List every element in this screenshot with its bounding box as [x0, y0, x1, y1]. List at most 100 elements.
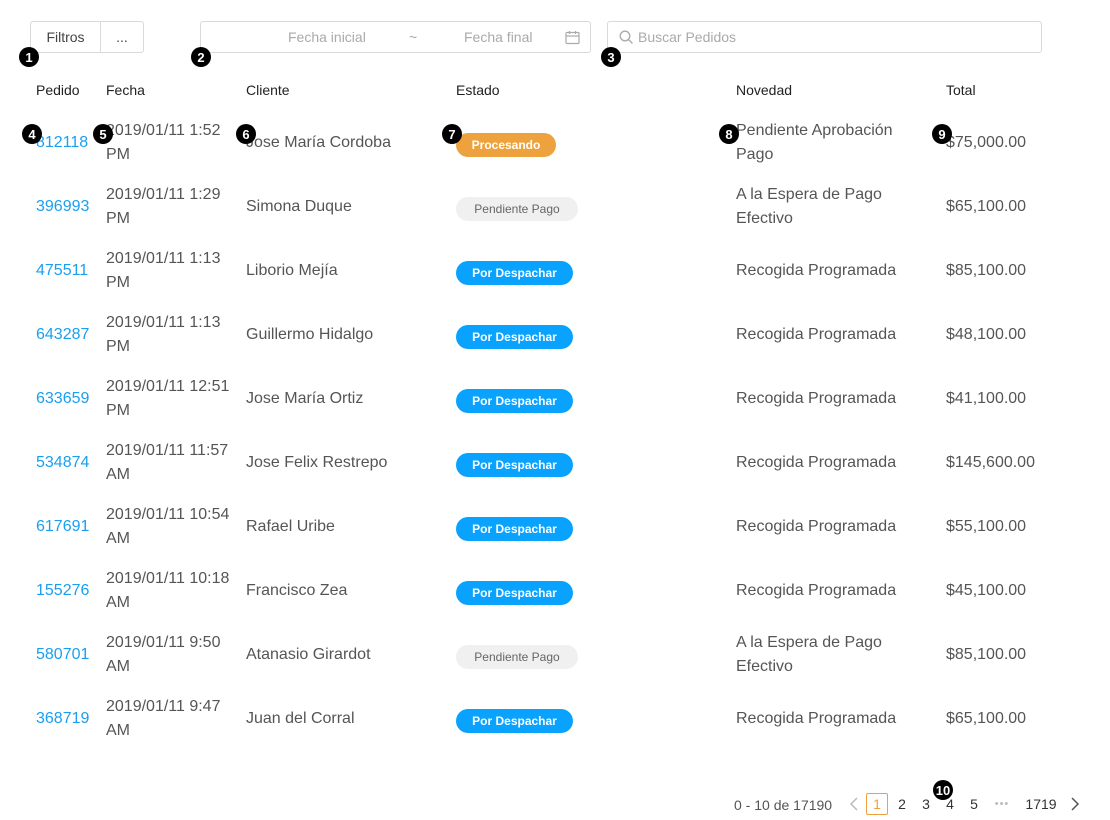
order-novedad: Recogida Programada: [736, 454, 897, 471]
order-id-link[interactable]: 534874: [36, 451, 89, 475]
order-date: 2019/01/11 1:13 PM: [106, 314, 221, 355]
status-badge: Procesando: [456, 133, 556, 157]
order-total: $48,100.00: [946, 326, 1027, 343]
page-last[interactable]: 1719: [1022, 793, 1060, 815]
header-pedido[interactable]: Pedido: [36, 82, 80, 98]
chevron-right-icon[interactable]: [1069, 797, 1081, 811]
order-id-link[interactable]: 580701: [36, 643, 89, 667]
marker-3: 3: [601, 47, 621, 67]
order-novedad: A la Espera de Pago Efectivo: [736, 634, 882, 675]
client-name: Juan del Corral: [246, 710, 355, 727]
order-id-link[interactable]: 155276: [36, 579, 89, 603]
order-novedad: Recogida Programada: [736, 326, 897, 343]
client-name: Jose María Cordoba: [246, 134, 391, 151]
marker-7: 7: [442, 124, 462, 144]
order-novedad: Recogida Programada: [736, 262, 897, 279]
marker-8: 8: [719, 124, 739, 144]
order-date: 2019/01/11 10:54 AM: [106, 506, 230, 547]
marker-5: 5: [93, 124, 113, 144]
order-date: 2019/01/11 9:47 AM: [106, 698, 221, 739]
client-name: Jose Felix Restrepo: [246, 454, 388, 471]
status-badge: Por Despachar: [456, 261, 573, 285]
table-row[interactable]: 368719 2019/01/11 9:47 AM Juan del Corral P…: [0, 695, 1110, 759]
order-date: 2019/01/11 1:13 PM: [106, 250, 221, 291]
filter-button-group: Filtros ...: [30, 21, 144, 53]
table-row[interactable]: 396993 2019/01/11 1:29 PM Simona Duque Pend…: [0, 183, 1110, 247]
marker-4: 4: [22, 124, 42, 144]
order-date: 2019/01/11 11:57 AM: [106, 442, 229, 483]
table-row[interactable]: 534874 2019/01/11 11:57 AM Jose Felix Rest…: [0, 439, 1110, 503]
search-icon: [619, 30, 633, 44]
order-date: 2019/01/11 1:29 PM: [106, 186, 221, 227]
order-date: 2019/01/11 9:50 AM: [106, 634, 221, 675]
client-name: Simona Duque: [246, 198, 352, 215]
page-1[interactable]: 1: [866, 793, 888, 815]
table-row[interactable]: 580701 2019/01/11 9:50 AM Atanasio Girardo…: [0, 631, 1110, 695]
pagination-range: 0 - 10 de 17190: [734, 797, 833, 813]
marker-2: 2: [191, 47, 211, 67]
client-name: Guillermo Hidalgo: [246, 326, 374, 343]
status-badge: Pendiente Pago: [456, 645, 578, 669]
client-name: Jose María Ortiz: [246, 390, 364, 407]
client-name: Rafael Uribe: [246, 518, 335, 535]
order-id-link[interactable]: 617691: [36, 515, 89, 539]
order-total: $41,100.00: [946, 390, 1027, 407]
order-id-link[interactable]: 396993: [36, 195, 89, 219]
order-id-link[interactable]: 643287: [36, 323, 89, 347]
table-row[interactable]: 475511 2019/01/11 1:13 PM Liborio Mejía Por…: [0, 247, 1110, 311]
order-total: $65,100.00: [946, 710, 1027, 727]
header-fecha[interactable]: Fecha: [106, 82, 145, 98]
header-estado[interactable]: Estado: [456, 82, 500, 98]
date-end-placeholder[interactable]: Fecha final: [464, 29, 532, 45]
marker-10: 10: [933, 780, 953, 800]
order-novedad: Pendiente Aprobación Pago: [736, 122, 893, 163]
pagination-ellipsis[interactable]: •••: [989, 793, 1015, 815]
page-3[interactable]: 3: [915, 793, 937, 815]
table-row[interactable]: 155276 2019/01/11 10:18 AM Francisco Zea Po…: [0, 567, 1110, 631]
table-row[interactable]: 617691 2019/01/11 10:54 AM Rafael Uribe Por…: [0, 503, 1110, 567]
order-date: 2019/01/11 10:18 AM: [106, 570, 230, 611]
order-novedad: Recogida Programada: [736, 582, 897, 599]
order-date: 2019/01/11 1:52 PM: [106, 122, 221, 163]
page-5[interactable]: 5: [963, 793, 985, 815]
order-id-link[interactable]: 475511: [36, 259, 88, 283]
date-start-placeholder[interactable]: Fecha inicial: [288, 29, 366, 45]
date-range-picker[interactable]: Fecha inicial ~ Fecha final: [200, 21, 591, 53]
chevron-left-icon[interactable]: [848, 797, 860, 811]
client-name: Liborio Mejía: [246, 262, 338, 279]
order-novedad: Recogida Programada: [736, 518, 897, 535]
table-row[interactable]: 633659 2019/01/11 12:51 PM Jose María Orti…: [0, 375, 1110, 439]
status-badge: Por Despachar: [456, 517, 573, 541]
order-id-link[interactable]: 368719: [36, 707, 89, 731]
client-name: Francisco Zea: [246, 582, 348, 599]
order-total: $55,100.00: [946, 518, 1027, 535]
status-badge: Por Despachar: [456, 581, 573, 605]
order-novedad: Recogida Programada: [736, 710, 897, 727]
marker-6: 6: [236, 124, 256, 144]
order-total: $65,100.00: [946, 198, 1027, 215]
order-total: $45,100.00: [946, 582, 1027, 599]
header-cliente[interactable]: Cliente: [246, 82, 290, 98]
header-total[interactable]: Total: [946, 82, 976, 98]
status-badge: Por Despachar: [456, 325, 573, 349]
search-box: [607, 21, 1042, 53]
order-id-link[interactable]: 633659: [36, 387, 89, 411]
page-2[interactable]: 2: [891, 793, 913, 815]
order-id-link[interactable]: 812118: [36, 131, 88, 155]
order-novedad: Recogida Programada: [736, 390, 897, 407]
date-separator: ~: [409, 29, 418, 45]
filters-button[interactable]: Filtros: [31, 22, 101, 52]
order-novedad: A la Espera de Pago Efectivo: [736, 186, 882, 227]
search-input[interactable]: [638, 22, 1033, 52]
calendar-icon[interactable]: [565, 30, 580, 45]
status-badge: Por Despachar: [456, 453, 573, 477]
order-total: $85,100.00: [946, 646, 1027, 663]
order-total: $85,100.00: [946, 262, 1027, 279]
status-badge: Por Despachar: [456, 389, 573, 413]
order-total: $145,600.00: [946, 454, 1035, 471]
header-novedad[interactable]: Novedad: [736, 82, 792, 98]
table-row[interactable]: 643287 2019/01/11 1:13 PM Guillermo Hidalg…: [0, 311, 1110, 375]
marker-9: 9: [932, 124, 952, 144]
status-badge: Pendiente Pago: [456, 197, 578, 221]
more-options-button[interactable]: ...: [101, 22, 143, 52]
